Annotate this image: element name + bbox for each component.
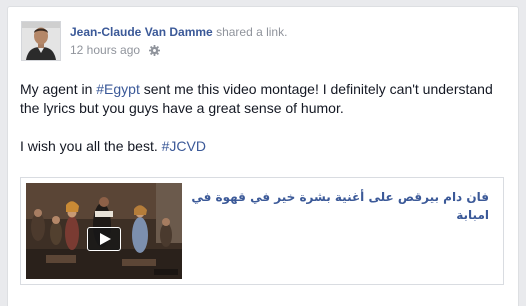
shared-link-preview[interactable]: فان دام بيرقص على أغنية بشرة خير في قهوة… xyxy=(20,177,504,285)
author-name-link[interactable]: Jean-Claude Van Damme xyxy=(70,25,213,39)
author-avatar[interactable] xyxy=(21,21,61,61)
post-paragraph-2: I wish you all the best. #JCVD xyxy=(20,137,512,156)
post-body: My agent in #Egypt sent me this video mo… xyxy=(20,80,512,156)
post-text-segment: My agent in xyxy=(20,81,97,97)
video-thumbnail[interactable] xyxy=(26,183,182,279)
play-icon xyxy=(100,233,111,245)
post-header: Jean-Claude Van Damme shared a link. xyxy=(70,25,287,39)
avatar-photo xyxy=(22,22,60,60)
hashtag-egypt-link[interactable]: #Egypt xyxy=(96,81,140,97)
post-paragraph-1: My agent in #Egypt sent me this video mo… xyxy=(20,80,512,118)
hashtag-jcvd-link[interactable]: #JCVD xyxy=(162,138,206,154)
post-card: Jean-Claude Van Damme shared a link. 12 … xyxy=(7,6,519,306)
post-text-segment: I wish you all the best. xyxy=(20,138,162,154)
post-action-text: shared a link. xyxy=(212,25,288,39)
post-timestamp[interactable]: 12 hours ago xyxy=(70,43,140,57)
link-title[interactable]: فان دام بيرقص على أغنية بشرة خير في قهوة… xyxy=(189,188,489,224)
post-meta: 12 hours ago xyxy=(70,43,161,59)
play-button[interactable] xyxy=(87,227,121,251)
gear-icon[interactable] xyxy=(149,45,161,59)
